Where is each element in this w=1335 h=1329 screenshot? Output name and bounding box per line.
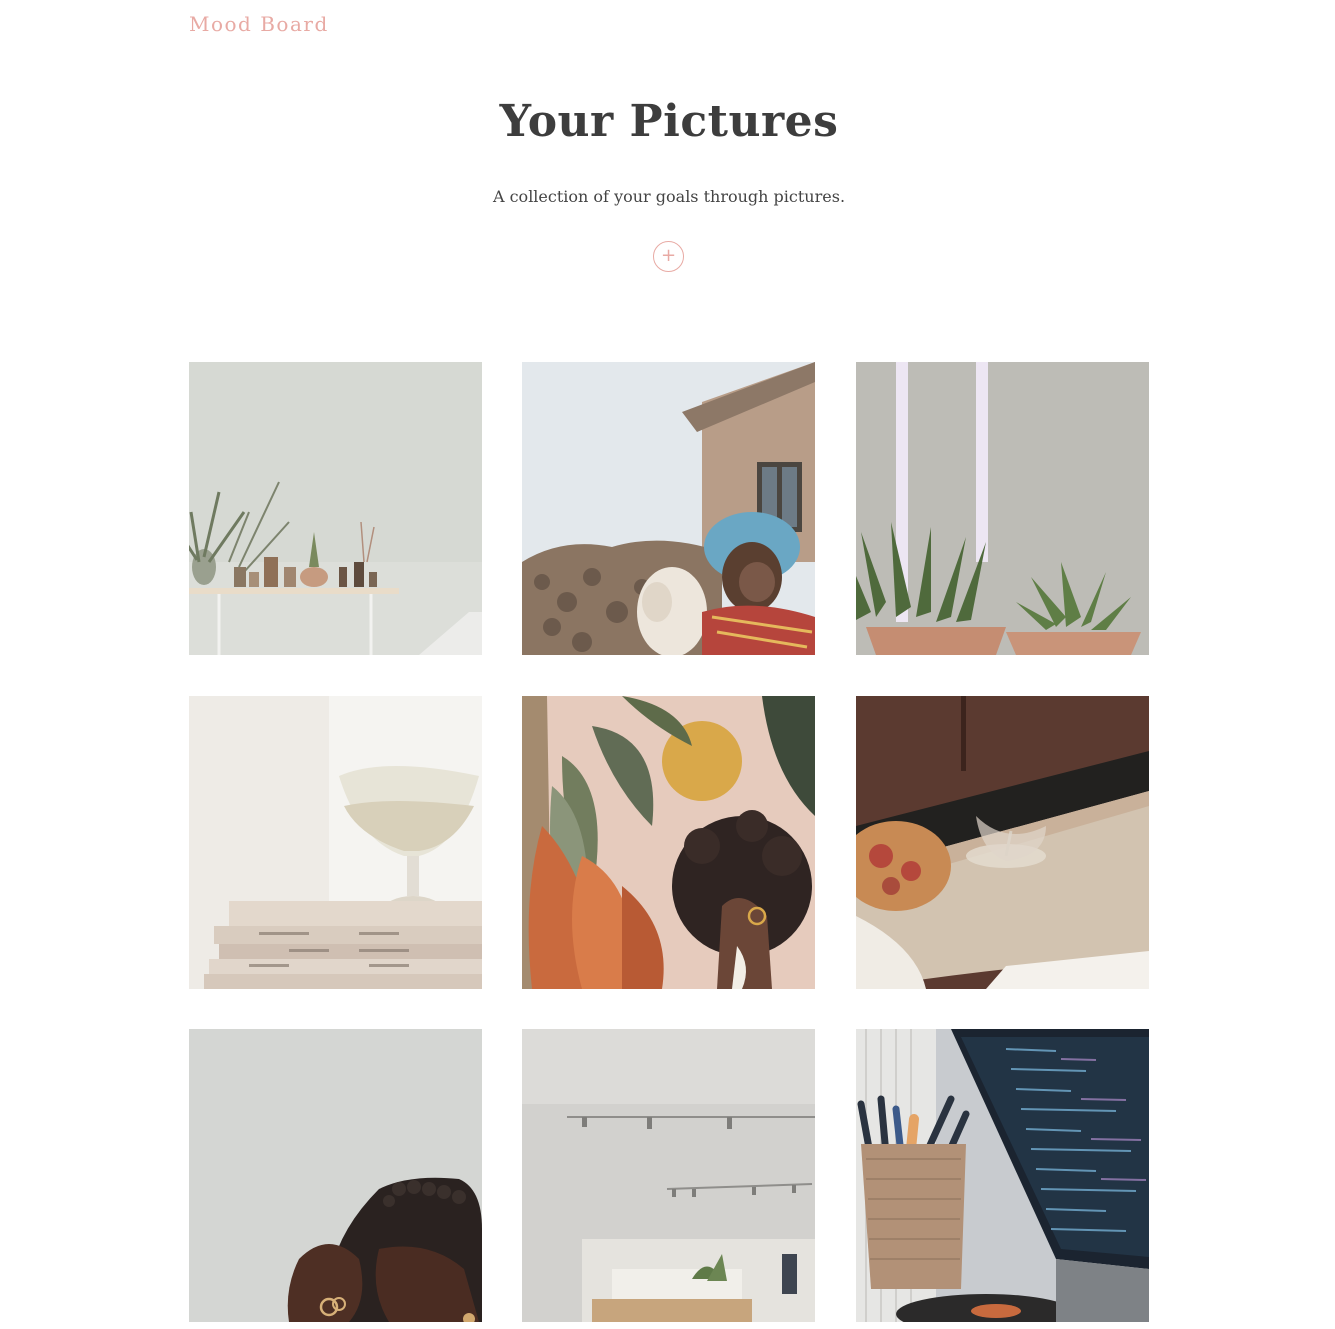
pizza-wine-image: [856, 696, 1149, 989]
glass-books-image: [189, 696, 482, 989]
picture-tile[interactable]: [856, 696, 1149, 989]
laptop-code-image: [856, 1029, 1149, 1322]
child-llama-image: [522, 362, 815, 655]
brand-logo[interactable]: Mood Board: [189, 12, 329, 36]
picture-tile[interactable]: [522, 696, 815, 989]
illustration-image: [522, 696, 815, 989]
page-subtitle: A collection of your goals through pictu…: [492, 187, 846, 206]
picture-tile[interactable]: [189, 1029, 482, 1322]
page-title: Your Pictures: [499, 96, 839, 147]
woman-braids-image: [189, 1029, 482, 1322]
succulents-image: [856, 362, 1149, 655]
add-picture-button[interactable]: +: [653, 241, 684, 272]
picture-tile[interactable]: [856, 362, 1149, 655]
picture-tile[interactable]: [856, 1029, 1149, 1322]
plants-shelf-image: [189, 362, 482, 655]
picture-tile[interactable]: [189, 696, 482, 989]
picture-tile[interactable]: [522, 362, 815, 655]
plus-icon: +: [660, 245, 677, 266]
picture-tile[interactable]: [522, 1029, 815, 1322]
picture-tile[interactable]: [189, 362, 482, 655]
bedroom-image: [522, 1029, 815, 1322]
